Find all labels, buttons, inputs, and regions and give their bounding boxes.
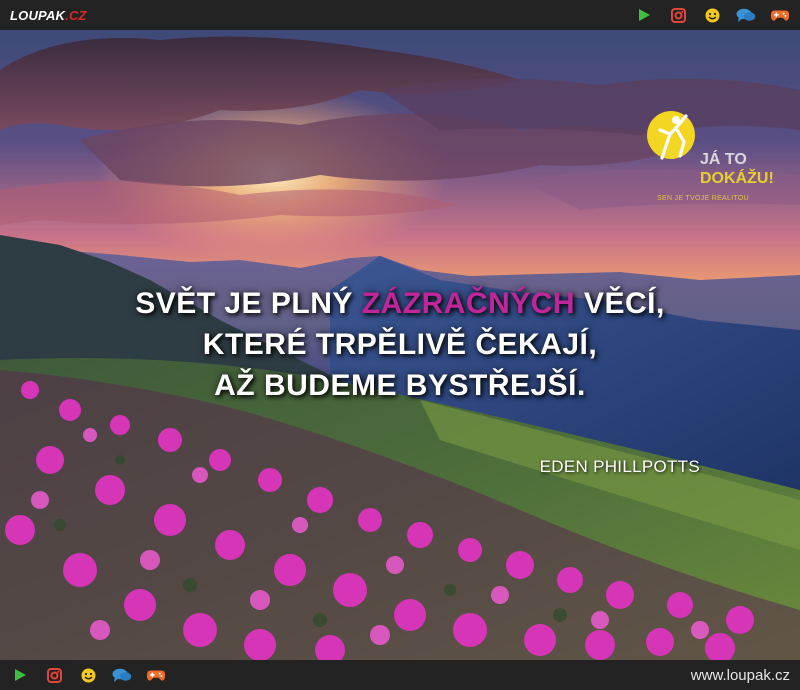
top-bar: LOUPAK.CZ (0, 0, 800, 30)
badge-line2: DOKÁŽU! (700, 170, 774, 187)
badge-text: JÁ TO DOKÁŽU! SEN JE TVOJE REALITOU (645, 138, 793, 208)
quote-highlight: ZÁZRAČNÝCH (361, 287, 576, 320)
quote-part2: VĚCÍ, (575, 287, 665, 320)
smiley-icon[interactable] (78, 667, 98, 683)
bottom-icon-group (10, 667, 166, 683)
site-logo[interactable]: LOUPAK.CZ (10, 8, 87, 23)
chat-icon[interactable] (736, 7, 756, 23)
logo-tld: CZ (68, 7, 87, 23)
top-icon-group (634, 7, 790, 23)
gamepad-icon[interactable] (146, 667, 166, 683)
instagram-icon[interactable] (44, 667, 64, 683)
bottom-bar: www.loupak.cz (0, 660, 800, 690)
instagram-icon[interactable] (668, 7, 688, 23)
quote-author: EDEN PHILLPOTTS (539, 457, 700, 476)
quote-line-3: AŽ BUDEME BYSTŘEJŠÍ. (214, 369, 586, 402)
chat-icon[interactable] (112, 667, 132, 683)
quote-line-1: SVĚT JE PLNÝ ZÁZRAČNÝCH VĚCÍ, (0, 283, 800, 324)
badge-subtitle: SEN JE TVOJE REALITOU (657, 195, 750, 202)
smiley-icon[interactable] (702, 7, 722, 23)
site-url-link[interactable]: www.loupak.cz (691, 667, 790, 684)
quote-line-2: KTERÉ TRPĚLIVĚ ČEKAJÍ, (202, 328, 598, 361)
logo-text: LOUPAK (10, 7, 66, 23)
gamepad-icon[interactable] (770, 7, 790, 23)
play-icon[interactable] (10, 667, 30, 683)
play-icon[interactable] (634, 7, 654, 23)
quote-text: SVĚT JE PLNÝ ZÁZRAČNÝCH VĚCÍ, KTERÉ TRPĚ… (0, 283, 800, 406)
badge-line1: JÁ TO (700, 151, 747, 168)
quote-part1: SVĚT JE PLNÝ (135, 287, 362, 320)
